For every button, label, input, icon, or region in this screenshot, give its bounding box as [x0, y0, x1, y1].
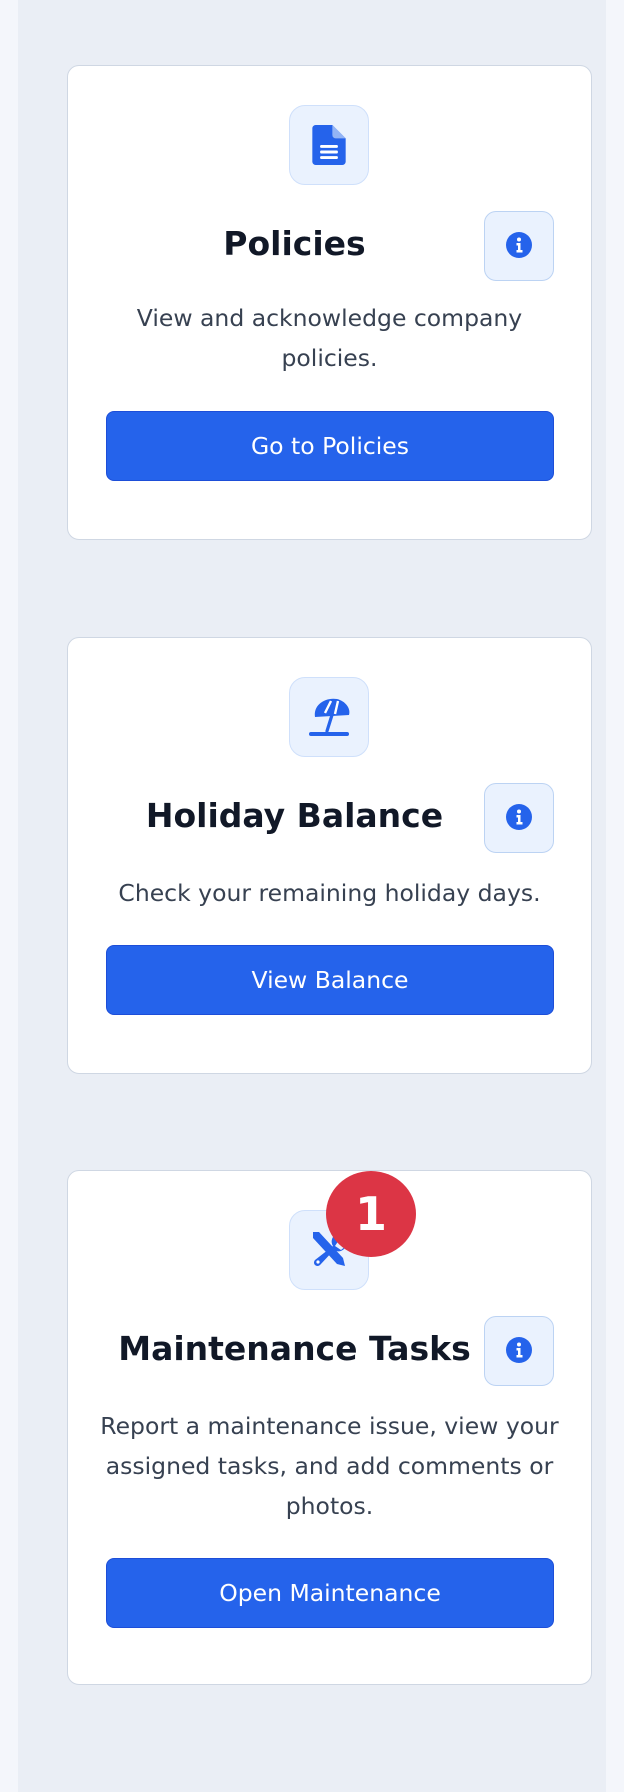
open-maintenance-button[interactable]: Open Maintenance [106, 1558, 554, 1628]
info-button[interactable] [484, 211, 554, 281]
card-holiday-balance: Holiday Balance Check your remaining hol… [67, 637, 592, 1074]
info-icon [505, 1336, 533, 1367]
info-button[interactable] [484, 1316, 554, 1386]
beach-umbrella-icon [289, 677, 369, 757]
info-icon [505, 803, 533, 834]
document-icon [289, 105, 369, 185]
card-description: Check your remaining holiday days. [118, 879, 541, 907]
info-icon [505, 231, 533, 262]
card-policies: Policies View and acknowledge company po… [67, 65, 592, 540]
content-column: Policies View and acknowledge company po… [18, 0, 606, 1792]
go-to-policies-button[interactable]: Go to Policies [106, 411, 554, 481]
card-maintenance-tasks: 1 Maintenance Tasks Report a maintenance… [67, 1170, 592, 1685]
view-balance-button[interactable]: View Balance [106, 945, 554, 1015]
notification-badge: 1 [326, 1171, 416, 1257]
card-description: View and acknowledge company policies. [136, 304, 523, 372]
card-description: Report a maintenance issue, view your as… [100, 1412, 559, 1520]
info-button[interactable] [484, 783, 554, 853]
